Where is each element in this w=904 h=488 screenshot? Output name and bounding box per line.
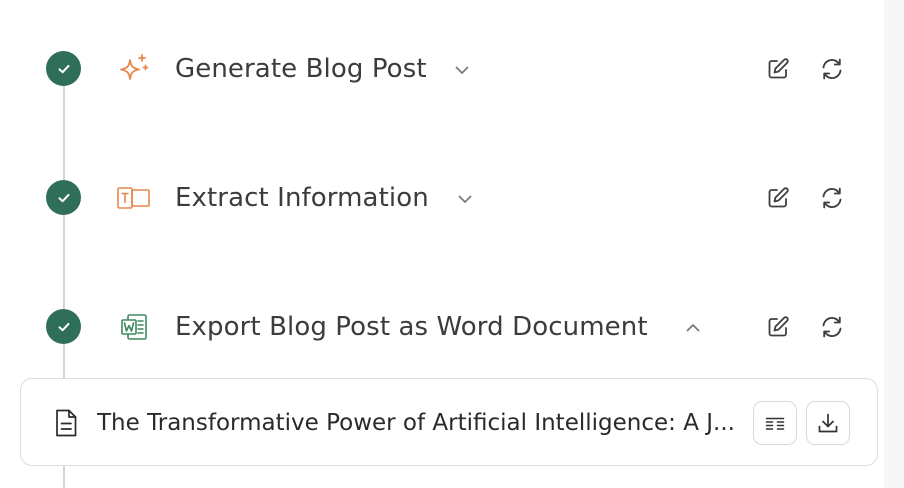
rerun-step-button[interactable] bbox=[817, 312, 847, 342]
edit-step-button[interactable] bbox=[763, 54, 793, 84]
edit-icon bbox=[768, 58, 789, 79]
list-view-icon bbox=[765, 417, 785, 430]
view-file-button[interactable] bbox=[753, 401, 797, 445]
download-file-button[interactable] bbox=[806, 401, 850, 445]
chevron-down-icon[interactable] bbox=[451, 59, 473, 81]
rerun-step-button[interactable] bbox=[817, 54, 847, 84]
extract-text-icon bbox=[116, 181, 152, 215]
chevron-down-icon[interactable] bbox=[454, 188, 476, 210]
chevron-up-icon[interactable] bbox=[682, 317, 704, 339]
download-icon bbox=[818, 413, 838, 433]
step-title: Generate Blog Post bbox=[175, 54, 427, 84]
step-title: Extract Information bbox=[175, 183, 429, 213]
refresh-icon bbox=[822, 58, 842, 80]
rerun-step-button[interactable] bbox=[817, 183, 847, 213]
word-document-icon bbox=[116, 310, 152, 344]
edit-icon bbox=[768, 316, 789, 337]
workflow-panel: Generate Blog Post Extract Information E… bbox=[0, 0, 904, 488]
completed-check-icon bbox=[46, 180, 81, 215]
workflow-step-export-word-document[interactable]: Export Blog Post as Word Document bbox=[0, 307, 904, 347]
step-title: Export Blog Post as Word Document bbox=[175, 312, 648, 342]
edit-step-button[interactable] bbox=[763, 183, 793, 213]
completed-check-icon bbox=[46, 51, 81, 86]
edit-icon bbox=[768, 187, 789, 208]
output-file-card[interactable]: The Transformative Power of Artificial I… bbox=[20, 378, 878, 466]
refresh-icon bbox=[822, 316, 842, 338]
completed-check-icon bbox=[46, 309, 81, 344]
document-icon bbox=[53, 407, 79, 439]
refresh-icon bbox=[822, 187, 842, 209]
edit-step-button[interactable] bbox=[763, 312, 793, 342]
output-file-name[interactable]: The Transformative Power of Artificial I… bbox=[97, 403, 737, 443]
sparkle-icon bbox=[116, 52, 152, 86]
workflow-step-extract-information[interactable]: Extract Information bbox=[0, 178, 904, 218]
workflow-step-generate-blog-post[interactable]: Generate Blog Post bbox=[0, 49, 904, 89]
